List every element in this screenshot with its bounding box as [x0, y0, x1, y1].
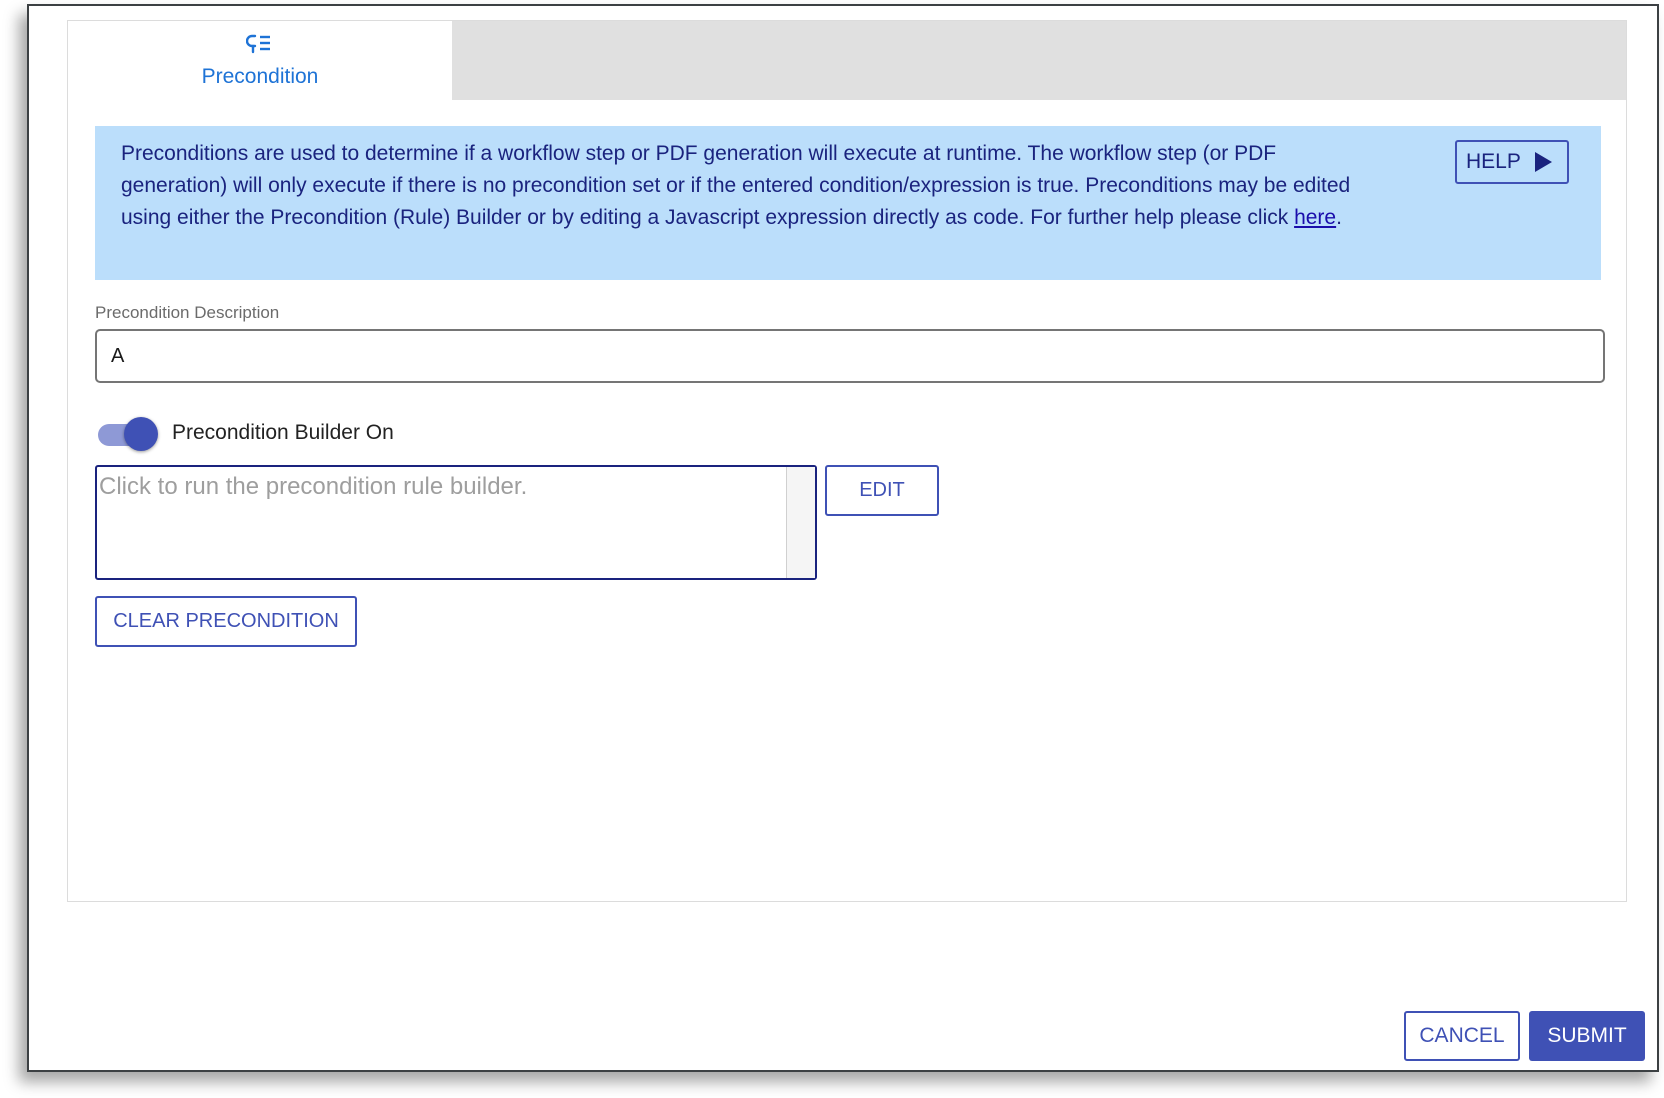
precondition-card: Precondition Preconditions are used to d…	[67, 20, 1627, 902]
toggle-thumb	[124, 417, 158, 451]
rule-builder-scrollbar[interactable]	[786, 467, 815, 578]
cancel-button[interactable]: CANCEL	[1404, 1011, 1520, 1061]
clear-precondition-button[interactable]: CLEAR PRECONDITION	[95, 596, 357, 647]
info-banner: Preconditions are used to determine if a…	[95, 126, 1601, 280]
help-button[interactable]: HELP	[1455, 140, 1569, 184]
precondition-dialog: Precondition Preconditions are used to d…	[27, 4, 1659, 1072]
tab-precondition-label: Precondition	[201, 65, 319, 88]
description-label: Precondition Description	[95, 303, 280, 322]
edit-button[interactable]: EDIT	[825, 465, 939, 516]
info-text: Preconditions are used to determine if a…	[121, 142, 1351, 229]
description-input[interactable]	[95, 329, 1605, 383]
builder-toggle-label: Precondition Builder On	[172, 421, 394, 444]
play-arrow-icon	[1534, 152, 1552, 172]
submit-button[interactable]: SUBMIT	[1529, 1011, 1645, 1061]
help-button-label: HELP	[1466, 150, 1521, 173]
rule-builder-placeholder: Click to run the precondition rule build…	[99, 473, 528, 500]
help-link[interactable]: here	[1294, 206, 1336, 229]
info-text-end: .	[1336, 206, 1342, 229]
rule-builder-field[interactable]: Click to run the precondition rule build…	[95, 465, 817, 580]
tab-bar: Precondition	[68, 21, 1626, 101]
precondition-list-icon	[246, 34, 270, 54]
tab-precondition[interactable]: Precondition	[68, 21, 452, 101]
builder-toggle[interactable]	[98, 417, 158, 451]
